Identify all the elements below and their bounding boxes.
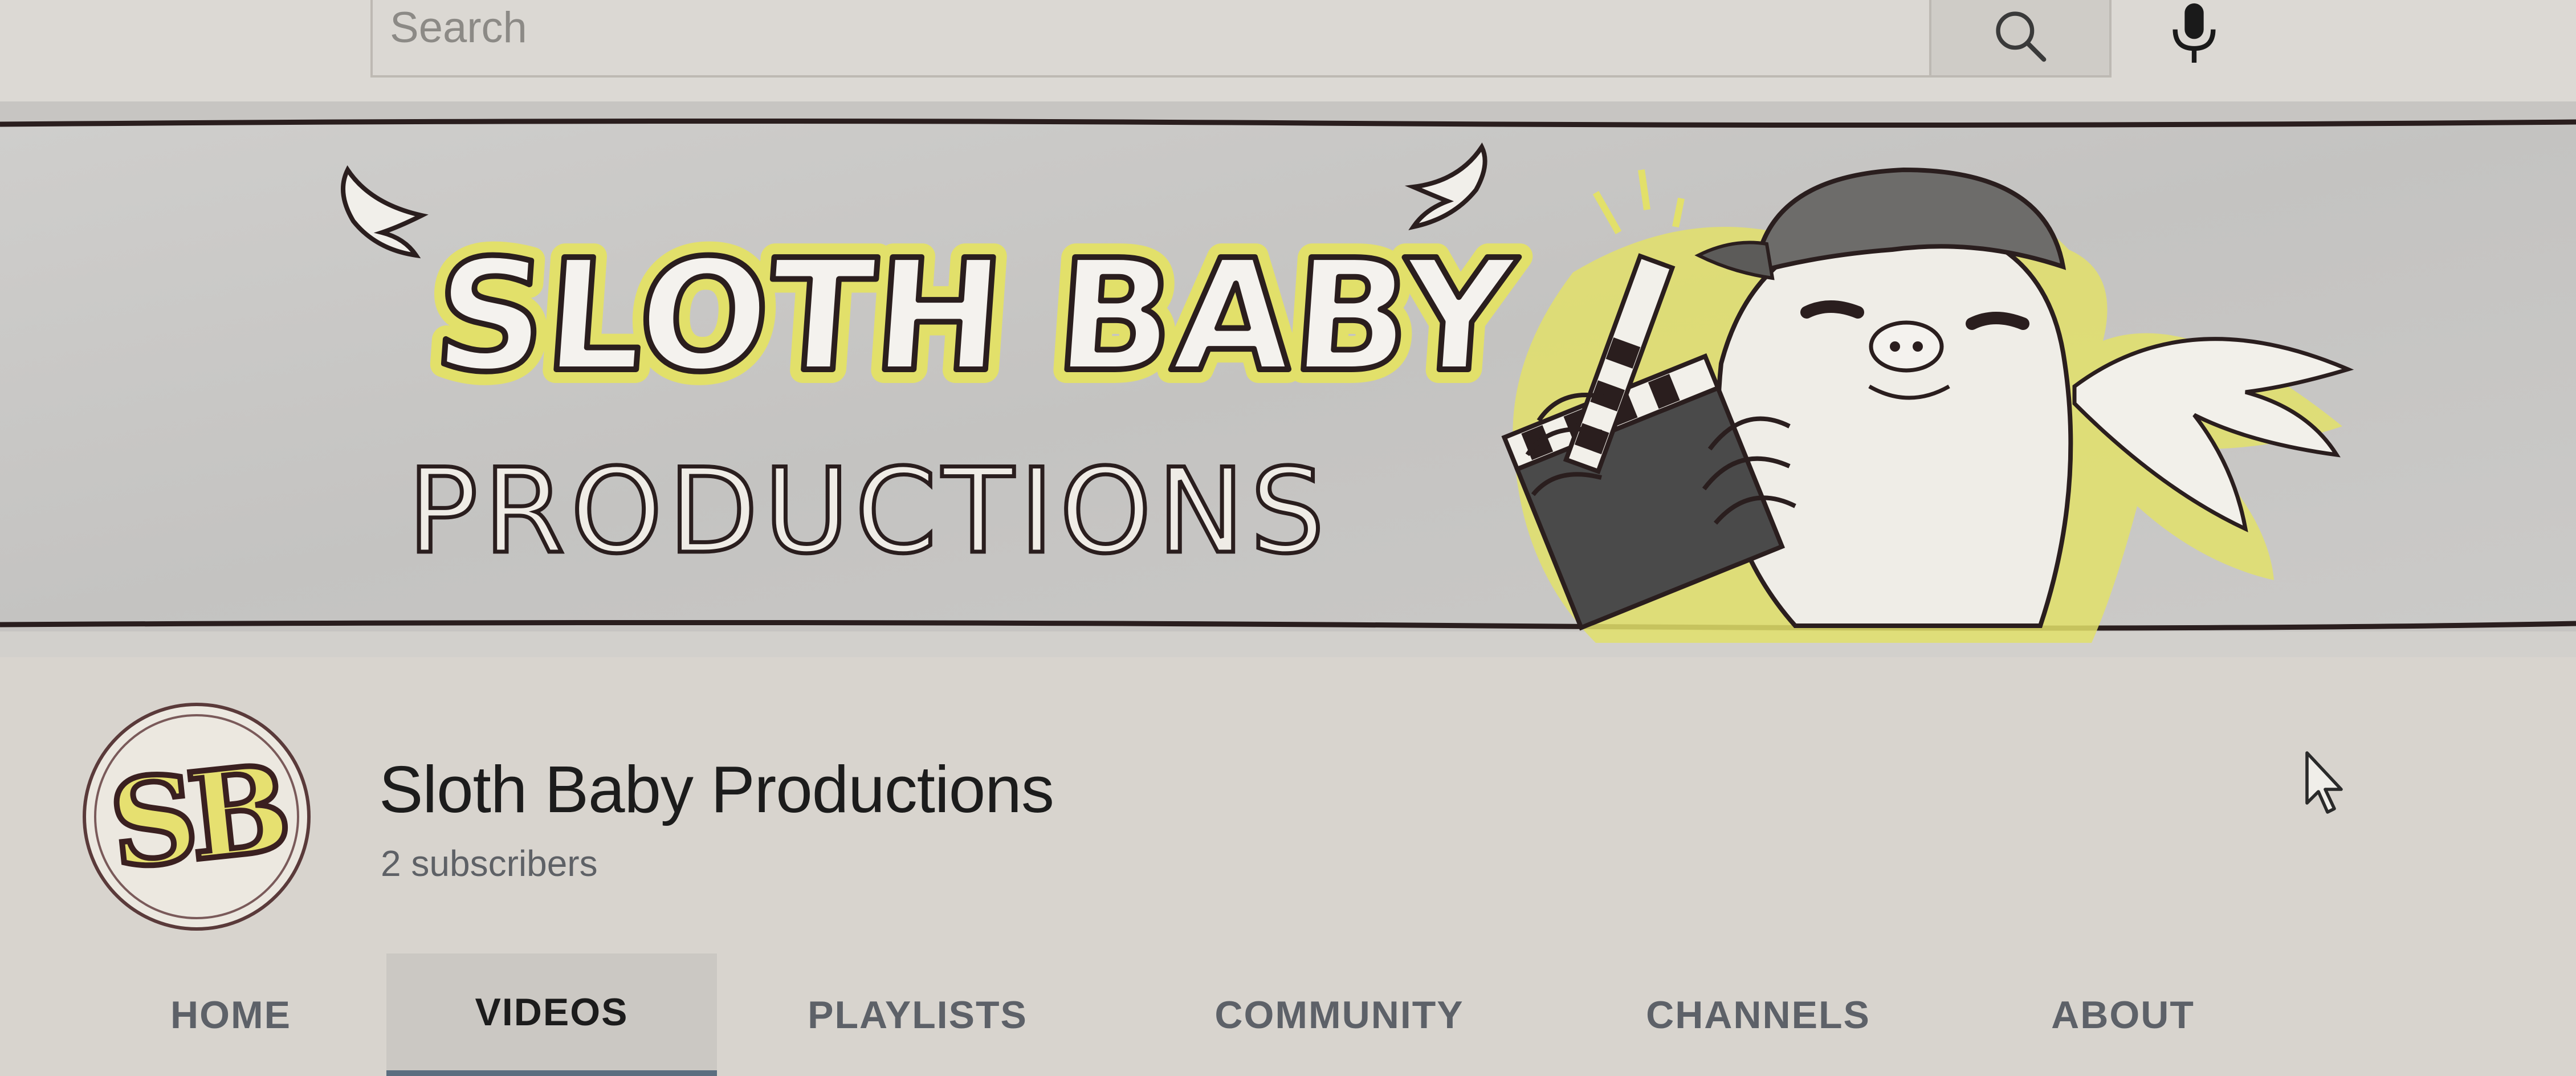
- tab-playlists[interactable]: PLAYLISTS: [781, 953, 1054, 1076]
- voice-search-button[interactable]: [2154, 0, 2234, 74]
- masthead: Search: [0, 0, 2576, 101]
- banner-title-line1: SLOTH BABY: [429, 226, 1522, 406]
- mouse-cursor-icon: [2305, 751, 2343, 814]
- search-input[interactable]: Search: [370, 0, 1929, 78]
- tab-channels-label: CHANNELS: [1646, 993, 1870, 1037]
- tab-channels[interactable]: CHANNELS: [1630, 953, 1886, 1076]
- search-button[interactable]: [1929, 0, 2112, 78]
- channel-banner: SLOTH BABY SLOTH BABY PRODUCTIONS: [0, 101, 2576, 657]
- tab-videos[interactable]: VIDEOS: [386, 953, 717, 1076]
- subscriber-count: 2 subscribers: [381, 843, 598, 884]
- channel-header: SB Sloth Baby Productions 2 subscribers: [0, 657, 2576, 953]
- tab-home[interactable]: HOME: [137, 953, 325, 1076]
- tab-playlists-label: PLAYLISTS: [808, 993, 1028, 1037]
- microphone-icon: [2173, 3, 2216, 63]
- tab-about[interactable]: ABOUT: [2029, 953, 2217, 1076]
- tab-community-label: COMMUNITY: [1214, 993, 1464, 1037]
- tab-about-label: ABOUT: [2051, 993, 2195, 1037]
- tab-community[interactable]: COMMUNITY: [1185, 953, 1493, 1076]
- search-icon: [1996, 11, 2047, 62]
- channel-tabs: HOME VIDEOS PLAYLISTS COMMUNITY CHANNELS…: [0, 953, 2576, 1076]
- channel-name: Sloth Baby Productions: [379, 752, 1054, 826]
- search-placeholder: Search: [390, 3, 527, 52]
- tab-videos-label: VIDEOS: [475, 990, 629, 1034]
- tab-home-label: HOME: [170, 993, 291, 1037]
- channel-avatar[interactable]: SB: [83, 703, 311, 931]
- avatar-initials: SB: [101, 735, 292, 898]
- banner-title-line2: PRODUCTIONS: [407, 444, 1330, 580]
- banner-artwork: SLOTH BABY SLOTH BABY PRODUCTIONS: [0, 101, 2576, 657]
